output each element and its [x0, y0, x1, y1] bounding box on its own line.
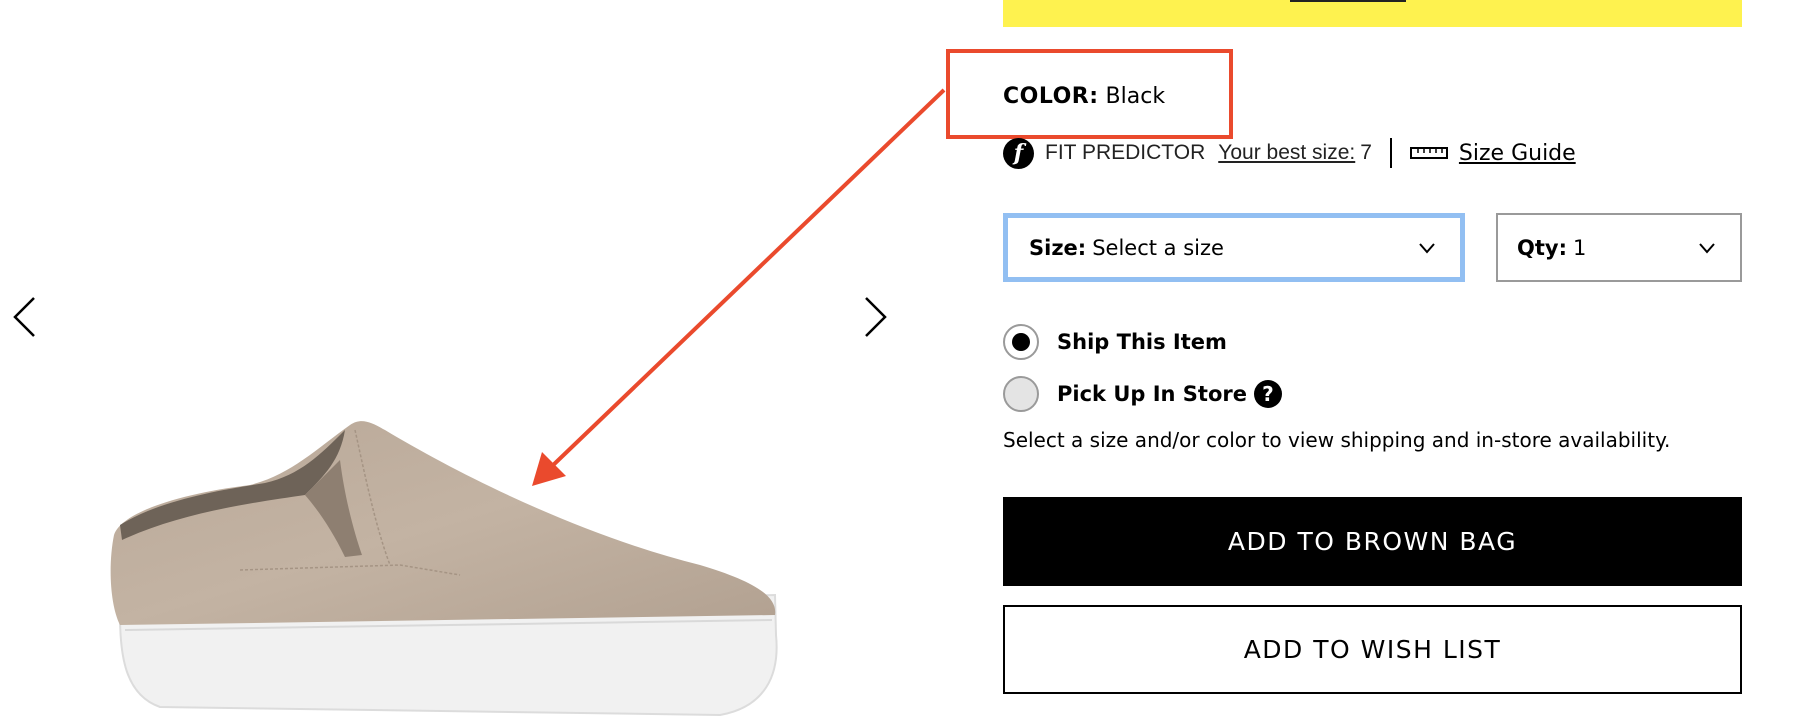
availability-note: Select a size and/or color to view shipp…	[1003, 428, 1671, 452]
quantity-select[interactable]: Qty: 1	[1496, 213, 1742, 282]
help-icon[interactable]: ?	[1253, 380, 1282, 408]
color-value: Black	[1105, 84, 1166, 109]
product-image	[110, 421, 778, 717]
size-select-value: Select a size	[1092, 235, 1224, 260]
chevron-down-icon	[1699, 242, 1715, 254]
qty-select-value: 1	[1572, 235, 1587, 260]
ship-this-item-option[interactable]: Ship This Item	[1003, 324, 1227, 360]
pick-up-in-store-option[interactable]: Pick Up In Store ?	[1003, 376, 1282, 412]
ship-radio[interactable]	[1003, 324, 1039, 360]
size-select-label: Size:	[1029, 235, 1087, 260]
radio-selected-dot	[1012, 333, 1030, 351]
chevron-down-icon	[1419, 242, 1435, 254]
fit-predictor-label: FIT PREDICTOR	[1045, 141, 1206, 164]
fit-predictor-row: f FIT PREDICTOR Your best size: 7 Size G…	[1003, 137, 1576, 169]
divider	[1389, 138, 1392, 168]
pickup-option-label: Pick Up In Store	[1057, 382, 1247, 406]
ship-option-label: Ship This Item	[1057, 330, 1227, 354]
chevron-left-icon[interactable]	[8, 294, 38, 340]
color-selection: COLOR: Black	[1003, 84, 1165, 109]
ruler-icon[interactable]	[1409, 147, 1448, 159]
best-size-link[interactable]: Your best size:	[1218, 141, 1355, 165]
promo-banner	[1003, 0, 1742, 27]
size-select[interactable]: Size: Select a size	[1003, 213, 1465, 282]
add-to-wish-list-button[interactable]: ADD TO WISH LIST	[1003, 605, 1742, 694]
color-label: COLOR:	[1003, 84, 1099, 109]
fit-predictor-icon: f	[1003, 137, 1034, 169]
add-to-bag-button[interactable]: ADD TO BROWN BAG	[1003, 497, 1742, 586]
size-guide-link[interactable]: Size Guide	[1459, 141, 1576, 166]
promo-link-underline[interactable]	[1290, 0, 1406, 2]
pickup-radio[interactable]	[1003, 376, 1039, 412]
best-size-value: 7	[1360, 141, 1372, 164]
qty-select-label: Qty:	[1517, 235, 1567, 260]
chevron-right-icon[interactable]	[862, 294, 892, 340]
